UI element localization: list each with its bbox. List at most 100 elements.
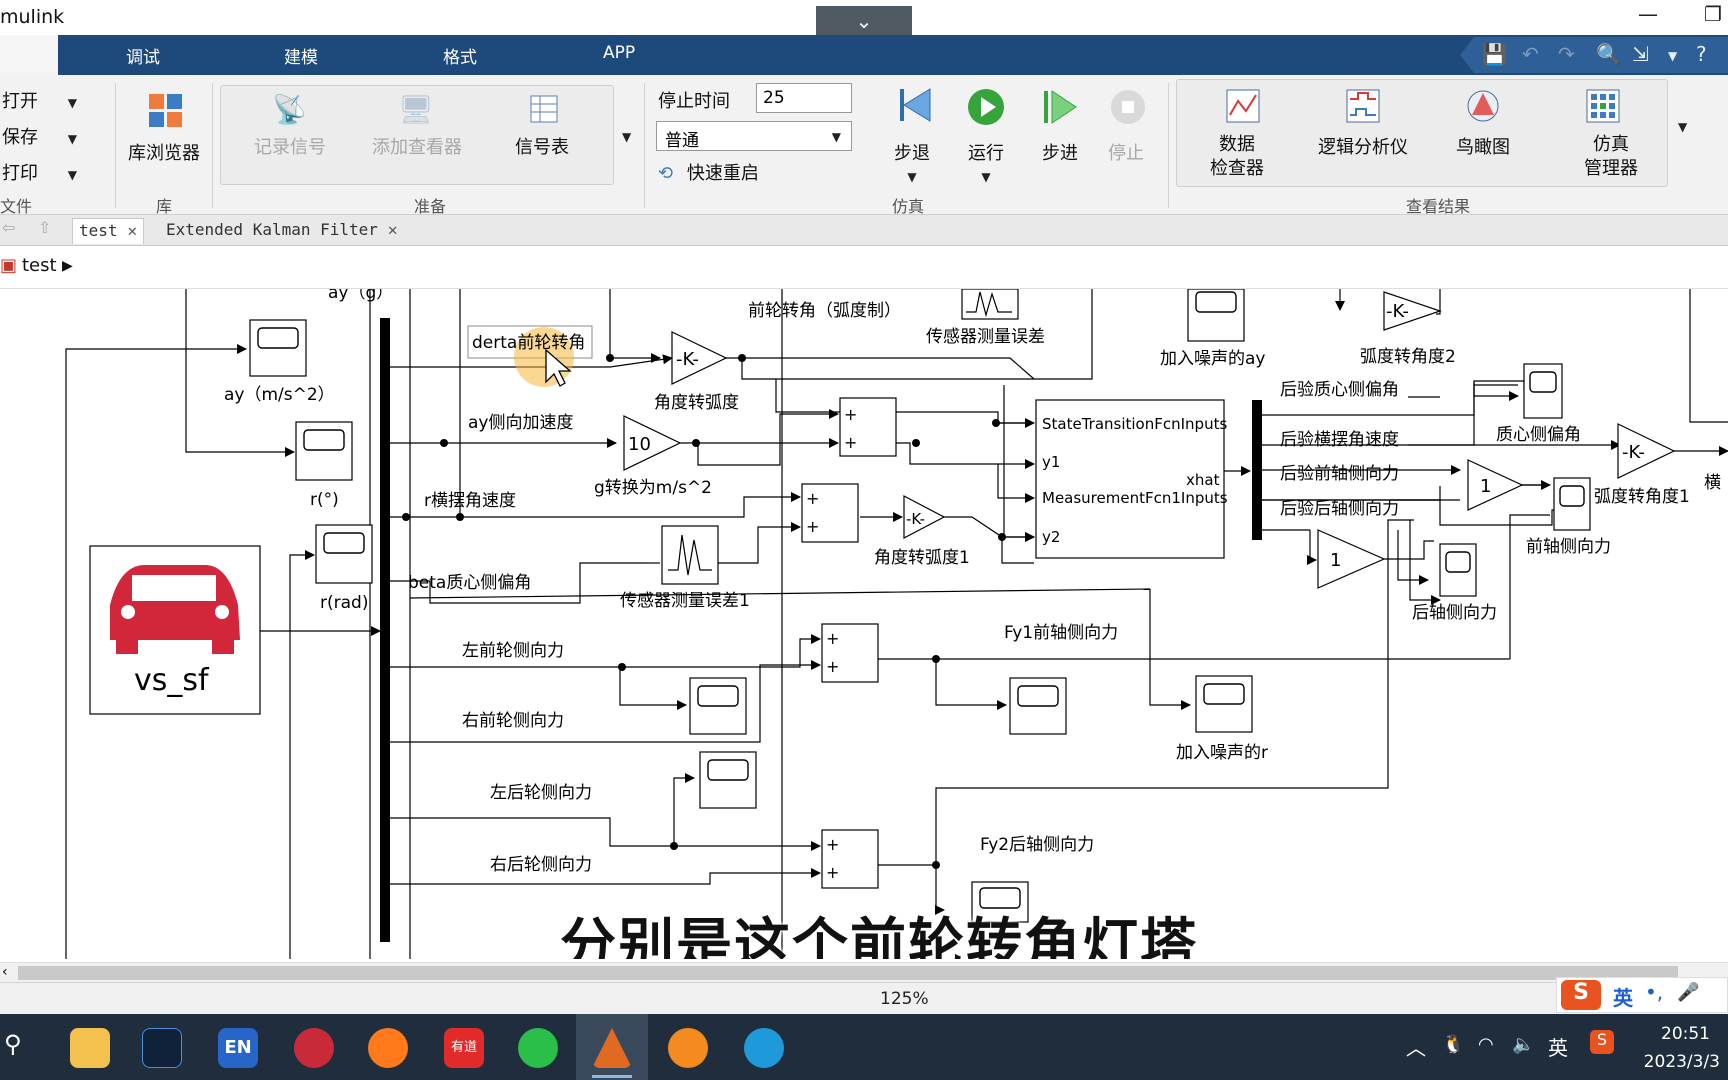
- gain-one2-label: 1: [1330, 550, 1341, 571]
- chevron-down-icon[interactable]: ▼: [1668, 49, 1677, 63]
- restore-icon[interactable]: ❐: [1704, 2, 1722, 26]
- tab-modeling[interactable]: 建模: [284, 43, 318, 68]
- ime-toolbar[interactable]: S 英 •, 🎤: [1556, 977, 1728, 1013]
- chevron-right-icon[interactable]: ▶: [62, 258, 73, 274]
- save-icon[interactable]: 💾: [1482, 42, 1507, 66]
- run-icon: [966, 87, 1006, 131]
- minimize-icon[interactable]: —: [1638, 2, 1658, 26]
- help-icon[interactable]: ?: [1696, 42, 1707, 66]
- scroll-left-icon[interactable]: ‹: [2, 964, 8, 980]
- demux-bar[interactable]: [1252, 400, 1262, 540]
- 3d-app-icon[interactable]: [142, 1028, 182, 1068]
- microphone-icon[interactable]: 🎤: [1677, 982, 1699, 1003]
- video-subtitle: 分别是这个前轮转角灯塔: [560, 913, 1198, 959]
- gain-k1-label: -K-: [906, 510, 925, 528]
- ekf-port-in1: StateTransitionFcnInputs: [1042, 415, 1227, 433]
- youdao-icon[interactable]: 有道: [444, 1028, 484, 1068]
- edge-icon[interactable]: [744, 1028, 784, 1068]
- tab-format[interactable]: 格式: [443, 43, 477, 68]
- sim-manager-button[interactable]: 仿真 管理器: [1584, 133, 1638, 181]
- results-expand-icon[interactable]: ▼: [1678, 120, 1687, 134]
- tab-ekf[interactable]: Extended Kalman Filter ✕: [160, 218, 404, 244]
- redo-icon[interactable]: ↷: [1558, 42, 1575, 66]
- mux-bar[interactable]: [380, 318, 390, 942]
- tab-app[interactable]: APP: [603, 43, 635, 63]
- tab-test[interactable]: test ✕: [72, 218, 145, 244]
- sogou-tray-icon[interactable]: S: [1590, 1030, 1614, 1054]
- search-icon[interactable]: ⚲: [4, 1030, 22, 1058]
- label-sensor-err: 传感器测量误差: [926, 327, 1045, 347]
- save-button[interactable]: 保存 ▼: [2, 123, 77, 149]
- pin-icon[interactable]: ⇲: [1632, 42, 1649, 66]
- label-ay-scope: ay（m/s^2）: [224, 385, 335, 405]
- undo-icon[interactable]: ↶: [1522, 42, 1539, 66]
- stop-button[interactable]: 停止: [1108, 139, 1144, 165]
- tab-debug[interactable]: 调试: [126, 43, 160, 68]
- horizontal-scrollbar[interactable]: ‹: [0, 962, 1728, 982]
- clock-time[interactable]: 20:51: [1661, 1024, 1710, 1044]
- simulation-mode-select[interactable]: 普通 ▼: [656, 121, 852, 151]
- zoom-level[interactable]: 125%: [880, 989, 929, 1009]
- label-post-rear: 后验后轴侧向力: [1280, 499, 1399, 519]
- ime-tray[interactable]: 英: [1548, 1032, 1568, 1061]
- signal-table-button[interactable]: 信号表: [515, 133, 569, 159]
- file-explorer-icon[interactable]: [70, 1028, 110, 1068]
- close-icon[interactable]: ✕: [128, 221, 138, 240]
- model-canvas[interactable]: vs_sf -K- 10 -K- -K- -K- 1 1 + + + + + +…: [0, 289, 1728, 959]
- stop-time-input[interactable]: [756, 83, 852, 113]
- gain-k3-label: -K-: [1622, 442, 1645, 463]
- en-app-icon[interactable]: EN: [218, 1028, 258, 1068]
- birds-eye-button[interactable]: 鸟瞰图: [1456, 133, 1510, 159]
- label-rad2deg1: 弧度转角度1: [1594, 487, 1690, 507]
- chevron-up-icon[interactable]: ︿: [1406, 1032, 1426, 1061]
- gain-one-label: 1: [1480, 476, 1491, 497]
- wechat-icon[interactable]: [518, 1028, 558, 1068]
- data-inspector-button[interactable]: 数据 检查器: [1210, 133, 1264, 181]
- open-button[interactable]: 打开 ▼: [2, 87, 77, 113]
- car-app-icon[interactable]: [294, 1028, 334, 1068]
- label-derta[interactable]: derta前轮转角: [472, 333, 585, 353]
- back-icon[interactable]: ⇦: [2, 218, 15, 237]
- sensor-noise-block[interactable]: [961, 289, 1019, 320]
- label-rf: 右前轮侧向力: [462, 711, 564, 731]
- label-rr: 右后轮侧向力: [490, 855, 592, 875]
- record-signal-button[interactable]: 记录信号: [254, 133, 326, 159]
- sensor-noise-block-1[interactable]: [661, 525, 719, 585]
- punctuation-icon[interactable]: •,: [1645, 980, 1663, 1004]
- gain-one-rear[interactable]: [1317, 529, 1386, 589]
- label-noise-ay: 加入噪声的ay: [1160, 349, 1265, 369]
- status-bar: 125% S 英 •, 🎤: [0, 977, 1728, 1014]
- label-rad2deg2: 弧度转角度2: [1360, 347, 1456, 367]
- volume-icon[interactable]: 🔈: [1512, 1034, 1534, 1055]
- tab-simulation[interactable]: [0, 35, 58, 75]
- search-icon[interactable]: 🔍: [1596, 42, 1621, 66]
- qq-icon[interactable]: 🐧: [1442, 1034, 1464, 1055]
- gain-one-front[interactable]: [1467, 459, 1524, 511]
- fast-restart-button[interactable]: ⟲ 快速重启: [658, 159, 759, 185]
- ribbon: 打开 ▼ 保存 ▼ 打印 ▼ 文件 库浏览器 库 📡 记录信号 🖥 添加查看器 …: [0, 75, 1728, 216]
- step-back-icon: [896, 85, 936, 129]
- taskbar: ⚲ EN 有道 ︿ 🐧 ◠ 🔈 英 S 20:51 2023/3/3: [0, 1014, 1728, 1080]
- logic-analyzer-button[interactable]: 逻辑分析仪: [1318, 133, 1408, 159]
- add-viewer-button[interactable]: 添加查看器: [372, 133, 462, 159]
- search-app-icon[interactable]: [668, 1028, 708, 1068]
- run-button[interactable]: 运行 ▼: [968, 139, 1004, 186]
- step-forward-button[interactable]: 步进: [1042, 139, 1078, 165]
- breadcrumb-model[interactable]: test: [22, 255, 57, 276]
- clock-date[interactable]: 2023/3/3: [1644, 1052, 1720, 1072]
- vehicle-block[interactable]: vs_sf: [89, 545, 261, 715]
- sim-manager-icon: [1586, 89, 1620, 127]
- label-deg2rad: 角度转弧度: [654, 393, 739, 413]
- up-icon[interactable]: ⇧: [38, 218, 51, 237]
- print-button[interactable]: 打印 ▼: [2, 159, 77, 185]
- firefox-icon[interactable]: [368, 1028, 408, 1068]
- wifi-icon[interactable]: ◠: [1478, 1034, 1494, 1055]
- scrollbar-thumb[interactable]: [18, 966, 1678, 980]
- label-lr: 左后轮侧向力: [490, 783, 592, 803]
- close-icon[interactable]: ✕: [388, 220, 398, 239]
- ekf-block[interactable]: StateTransitionFcnInputs y1 MeasurementF…: [1035, 399, 1228, 559]
- prepare-expand-icon[interactable]: ▼: [622, 130, 631, 144]
- library-browser-button[interactable]: 库浏览器: [128, 139, 200, 165]
- step-back-button[interactable]: 步退 ▼: [894, 139, 930, 186]
- ime-mode[interactable]: 英: [1613, 982, 1633, 1011]
